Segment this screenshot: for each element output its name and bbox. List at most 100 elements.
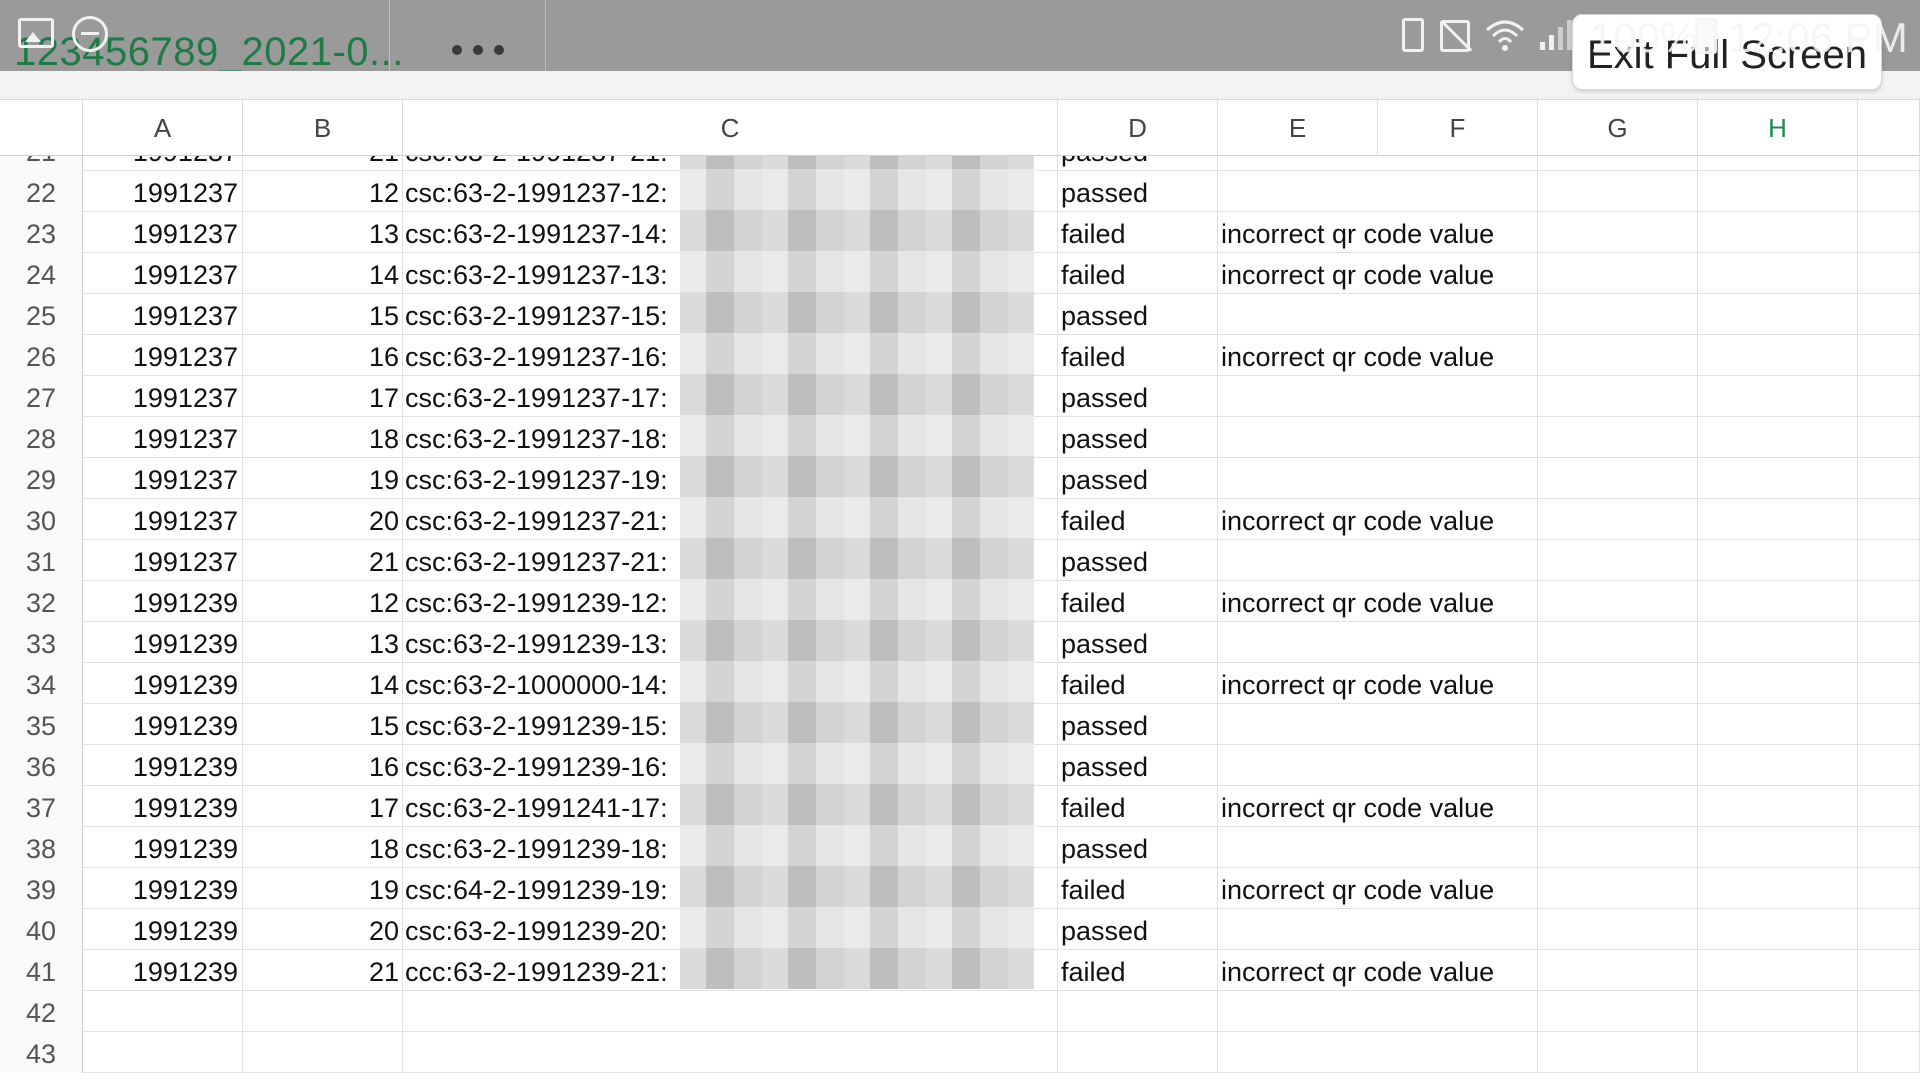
row-number[interactable]: 28: [0, 417, 83, 458]
row-number[interactable]: 27: [0, 376, 83, 417]
cell-f[interactable]: [1378, 212, 1538, 253]
cell-b[interactable]: 21: [243, 540, 403, 581]
cell-d[interactable]: passed: [1058, 909, 1218, 950]
cell-h[interactable]: [1698, 458, 1858, 499]
cell-overflow[interactable]: [1858, 335, 1920, 376]
cell-g[interactable]: [1538, 663, 1698, 704]
cell-b[interactable]: 19: [243, 868, 403, 909]
cell-h[interactable]: [1698, 622, 1858, 663]
cell-g[interactable]: [1538, 335, 1698, 376]
cell-e[interactable]: [1218, 417, 1378, 458]
cell-e[interactable]: [1218, 622, 1378, 663]
cell-a[interactable]: 1991237: [83, 212, 243, 253]
cell-overflow[interactable]: [1858, 499, 1920, 540]
cell-h[interactable]: [1698, 909, 1858, 950]
cell-d[interactable]: passed: [1058, 622, 1218, 663]
cell-overflow[interactable]: [1858, 417, 1920, 458]
cell-g[interactable]: [1538, 540, 1698, 581]
cell-e[interactable]: [1218, 909, 1378, 950]
cell-g[interactable]: [1538, 950, 1698, 991]
cell-d[interactable]: failed: [1058, 786, 1218, 827]
cell-overflow[interactable]: [1858, 663, 1920, 704]
cell-overflow[interactable]: [1858, 827, 1920, 868]
cell-overflow[interactable]: [1858, 581, 1920, 622]
cell-overflow[interactable]: [1858, 458, 1920, 499]
cell-g[interactable]: [1538, 622, 1698, 663]
cell-overflow[interactable]: [1858, 991, 1920, 1032]
cell-e[interactable]: [1218, 991, 1378, 1032]
cell-a[interactable]: 1991237: [83, 156, 243, 171]
cell-f[interactable]: [1378, 1032, 1538, 1073]
cell-f[interactable]: [1378, 540, 1538, 581]
column-header-a[interactable]: A: [83, 100, 243, 156]
cell-f[interactable]: [1378, 950, 1538, 991]
row-number[interactable]: 37: [0, 786, 83, 827]
cell-b[interactable]: 17: [243, 786, 403, 827]
cell-h[interactable]: [1698, 745, 1858, 786]
cell-h[interactable]: [1698, 335, 1858, 376]
row-number[interactable]: 25: [0, 294, 83, 335]
cell-f[interactable]: [1378, 909, 1538, 950]
cell-f[interactable]: [1378, 991, 1538, 1032]
column-header-g[interactable]: G: [1538, 100, 1698, 156]
cell-g[interactable]: [1538, 253, 1698, 294]
cell-a[interactable]: [83, 1032, 243, 1073]
cell-a[interactable]: 1991239: [83, 786, 243, 827]
cell-h[interactable]: [1698, 1032, 1858, 1073]
cell-d[interactable]: failed: [1058, 499, 1218, 540]
cell-overflow[interactable]: [1858, 704, 1920, 745]
cell-e[interactable]: [1218, 1032, 1378, 1073]
cell-a[interactable]: 1991237: [83, 335, 243, 376]
column-header-h[interactable]: H: [1698, 100, 1858, 156]
cell-g[interactable]: [1538, 786, 1698, 827]
cell-h[interactable]: [1698, 540, 1858, 581]
cell-e[interactable]: incorrect qr code value: [1218, 663, 1494, 704]
cell-d[interactable]: failed: [1058, 663, 1218, 704]
cell-d[interactable]: passed: [1058, 704, 1218, 745]
row-number[interactable]: 31: [0, 540, 83, 581]
cell-e[interactable]: [1218, 827, 1378, 868]
row-number[interactable]: 39: [0, 868, 83, 909]
cell-h[interactable]: [1698, 827, 1858, 868]
cell-g[interactable]: [1538, 458, 1698, 499]
cell-e[interactable]: [1218, 376, 1378, 417]
cell-e[interactable]: [1218, 458, 1378, 499]
cell-f[interactable]: [1378, 827, 1538, 868]
cell-g[interactable]: [1538, 156, 1698, 171]
cell-b[interactable]: 13: [243, 212, 403, 253]
cell-d[interactable]: failed: [1058, 212, 1218, 253]
cell-a[interactable]: 1991239: [83, 704, 243, 745]
cell-a[interactable]: [83, 991, 243, 1032]
row-number[interactable]: 35: [0, 704, 83, 745]
column-header-e[interactable]: E: [1218, 100, 1378, 156]
cell-h[interactable]: [1698, 376, 1858, 417]
row-number[interactable]: 29: [0, 458, 83, 499]
cell-g[interactable]: [1538, 745, 1698, 786]
cell-b[interactable]: [243, 1032, 403, 1073]
cell-f[interactable]: [1378, 622, 1538, 663]
cell-f[interactable]: [1378, 171, 1538, 212]
cell-g[interactable]: [1538, 1032, 1698, 1073]
cell-e[interactable]: [1218, 156, 1378, 171]
cell-b[interactable]: 15: [243, 704, 403, 745]
cell-d[interactable]: passed: [1058, 376, 1218, 417]
cell-b[interactable]: 20: [243, 909, 403, 950]
cell-d[interactable]: passed: [1058, 156, 1218, 171]
column-header-d[interactable]: D: [1058, 100, 1218, 156]
cell-f[interactable]: [1378, 458, 1538, 499]
cell-g[interactable]: [1538, 376, 1698, 417]
cell-h[interactable]: [1698, 704, 1858, 745]
cell-a[interactable]: 1991237: [83, 294, 243, 335]
row-number[interactable]: 24: [0, 253, 83, 294]
cell-f[interactable]: [1378, 868, 1538, 909]
cell-d[interactable]: passed: [1058, 294, 1218, 335]
cell-a[interactable]: 1991239: [83, 827, 243, 868]
cell-e[interactable]: incorrect qr code value: [1218, 335, 1494, 376]
row-number[interactable]: 38: [0, 827, 83, 868]
cell-b[interactable]: 21: [243, 156, 403, 171]
cell-f[interactable]: [1378, 704, 1538, 745]
cell-d[interactable]: failed: [1058, 950, 1218, 991]
cell-b[interactable]: 15: [243, 294, 403, 335]
cell-d[interactable]: passed: [1058, 745, 1218, 786]
row-number[interactable]: 36: [0, 745, 83, 786]
